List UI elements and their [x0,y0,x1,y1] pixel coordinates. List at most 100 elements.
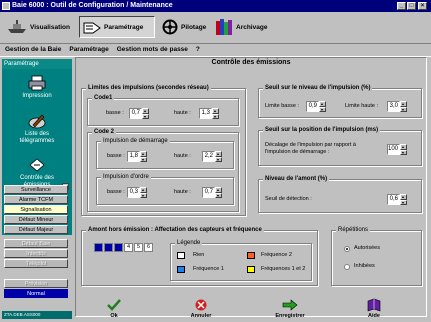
code2-title: Code 2 [92,128,117,136]
sidebar-button-surveillance[interactable]: Surveillance [4,185,68,194]
ordre-haute-value[interactable]: 0,7 [202,187,215,198]
ordre-haute-spinner[interactable]: 0,7 [202,187,222,198]
sidebar-button-alarme-tcfm[interactable]: Alarme TCFM [4,195,68,204]
legend-swatch-rien [177,252,185,259]
seuil-niveau-basse-spinner[interactable]: 0,9 [306,101,326,112]
parametrage-button[interactable]: Paramétrage [79,16,155,38]
capteur-boxes: 1 2 3 4 5 6 [94,243,154,252]
niveau-amont-title: Niveau de l'amont (%) [263,175,330,183]
demarrage-haute-spinner[interactable]: 2,2 [202,151,222,162]
amont-group: Amont hors émission : Affectation des ca… [81,226,318,286]
enregistrer-label: Enregistrer [275,313,305,319]
capteur-box-4[interactable]: 4 [124,243,133,252]
niveau-amont-spinner[interactable]: 0,6 [387,194,407,205]
code1-basse-spinner[interactable]: 0,7 [129,108,149,119]
ordre-haute-label: haute : [174,189,191,195]
main-panel: Contrôle des émissions Limites des impul… [75,57,427,319]
minimize-button[interactable]: _ [397,2,406,10]
niveau-amont-label: Seuil de détection : [265,196,312,202]
cancel-icon [195,299,207,311]
app-icon [2,2,10,10]
aide-label: Aide [368,313,380,319]
demarrage-basse-spinner[interactable]: 1,8 [127,151,147,162]
close-button[interactable]: × [418,2,427,10]
capteur-box-5[interactable]: 5 [134,243,143,252]
seuil-niveau-basse-value[interactable]: 0,9 [306,101,319,112]
sidebar-button-telepilot[interactable]: Télépilot [4,259,68,268]
visualisation-button[interactable]: Visualisation [4,16,76,38]
sidebar-button-prevision[interactable]: Prévision [4,279,68,288]
niveau-amont-value[interactable]: 0,6 [387,194,400,205]
menu-bar: Gestion de la Baie Paramétrage Gestion mot… [0,44,431,57]
niveau-amont-group: Niveau de l'amont (%) Seuil de détection… [258,175,422,213]
maximize-button[interactable]: □ [407,2,416,10]
sidebar-button-defaut-mineur[interactable]: Défaut Mineur [4,215,68,224]
sidebar-button-defaut-majeur[interactable]: Défaut Majeur [4,225,68,234]
archivage-label: Archivage [236,23,268,31]
demarrage-basse-label: basse : [107,153,125,159]
seuil-position-value[interactable]: 100 [387,144,400,155]
sidebar-header: Paramétrage [2,59,72,69]
sidebar-button-interdits[interactable]: Interdits [4,249,68,258]
menu-gestion-baie[interactable]: Gestion de la Baie [5,46,61,53]
legend-label-rien: Rien [193,252,205,258]
parametrage-icon [83,22,101,34]
radio-autorisees-label: Autorisées [354,245,380,251]
annuler-button[interactable]: Annuler [181,298,221,319]
code1-title: Code1 [92,94,115,102]
legend-swatch-frequences-1-2 [247,266,255,273]
sidebar-button-signalisation[interactable]: Signalisation [4,205,68,214]
capteur-box-3[interactable]: 3 [114,243,123,252]
limites-group: Limites des impulsions (secondes réseau)… [81,84,246,216]
seuil-niveau-title: Seuil sur le niveau de l'impulsion (%) [263,84,373,92]
annuler-label: Annuler [190,313,212,319]
seuil-niveau-haute-label: Limite haute : [345,103,379,109]
archivage-button[interactable]: Archivage [212,16,270,38]
ordre-basse-value[interactable]: 0,3 [127,187,140,198]
demarrage-haute-label: haute : [174,153,191,159]
pilotage-label: Pilotage [181,23,207,31]
aide-button[interactable]: Aide [354,298,394,319]
code1-haute-spinner[interactable]: 1,3 [199,108,219,119]
printer-icon [28,75,46,91]
code1-group: Code1 basse : 0,7 haute : 1,3 [87,94,239,126]
demarrage-haute-value[interactable]: 2,2 [202,151,215,162]
seuil-niveau-group: Seuil sur le niveau de l'impulsion (%) L… [258,84,422,118]
demarrage-basse-value[interactable]: 1,8 [127,151,140,162]
help-book-icon [367,298,381,312]
save-arrow-icon [282,299,298,311]
sidebar-item-telegrammes[interactable]: Liste des télégrammes [2,113,72,145]
menu-gestion-mots-de-passe[interactable]: Gestion mots de passe [117,46,188,53]
menu-help[interactable]: ? [196,46,200,53]
menu-parametrage[interactable]: Paramétrage [69,46,108,53]
ordre-basse-label: basse : [107,189,125,195]
steering-wheel-icon [162,19,178,35]
sidebar-button-normal[interactable]: Normal [4,289,68,298]
enregistrer-button[interactable]: Enregistrer [270,298,310,319]
code1-basse-value[interactable]: 0,7 [129,108,142,119]
ok-button[interactable]: Ok [94,298,134,319]
demarrage-title: Impulsion de démarrage [101,137,170,145]
capteur-box-6[interactable]: 6 [144,243,153,252]
capteur-box-1[interactable]: 1 [94,243,103,252]
seuil-position-spinner[interactable]: 100 [387,144,407,155]
legend-swatch-frequence-1 [177,266,185,273]
code1-basse-label: basse : [106,110,124,116]
seuil-niveau-haute-value[interactable]: 3,0 [387,101,400,112]
legend-label-frequence-2: Fréquence 2 [261,252,292,258]
radio-autorisees[interactable] [344,246,350,252]
radio-inhibees[interactable] [344,264,350,270]
code1-haute-value[interactable]: 1,3 [199,108,212,119]
sidebar-status: ZTA.DEB.ASS000 [2,311,72,319]
sidebar-button-defaut-baie[interactable]: Défaut Baie [4,239,68,248]
seuil-niveau-haute-spinner[interactable]: 3,0 [387,101,407,112]
capteur-box-2[interactable]: 2 [104,243,113,252]
sidebar-item-impression[interactable]: Impression [2,75,72,100]
amont-title: Amont hors émission : Affectation des ca… [86,226,264,234]
toolbar: Visualisation Paramétrage Pilotage Archi… [0,13,431,44]
ordre-group: Impulsion d'ordre basse : 0,3 haute : 0,… [96,173,234,205]
pilotage-button[interactable]: Pilotage [159,16,209,38]
ordre-title: Impulsion d'ordre [101,173,151,181]
ordre-basse-spinner[interactable]: 0,3 [127,187,147,198]
sidebar-item-label: Impression [22,93,52,99]
